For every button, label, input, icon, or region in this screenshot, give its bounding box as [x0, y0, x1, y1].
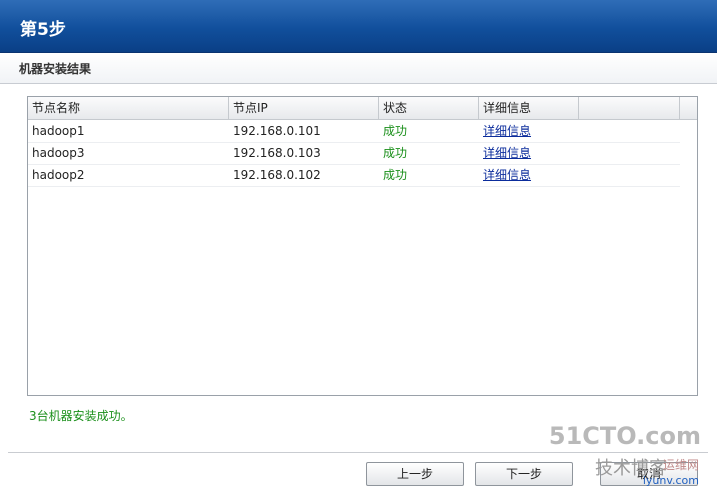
step-title: 第5步	[20, 20, 66, 40]
results-table: 节点名称 节点IP 状态 详细信息 hadoop1 192.168.0.101 …	[27, 96, 698, 396]
status-cell: 成功	[383, 168, 408, 182]
watermark-text: 51CTO.com	[548, 422, 701, 450]
node-ip-cell: 192.168.0.101	[233, 124, 321, 138]
watermark-text: 运维网	[662, 458, 699, 472]
prev-button[interactable]: 上一步	[366, 462, 464, 486]
status-cell: 成功	[383, 146, 408, 160]
section-title: 机器安装结果	[19, 62, 92, 76]
node-name-cell: hadoop2	[32, 168, 85, 182]
next-button[interactable]: 下一步	[475, 462, 573, 486]
table-header: 节点名称 节点IP 状态 详细信息	[28, 97, 697, 120]
detail-link[interactable]: 详细信息	[479, 164, 531, 186]
scrollbar-corner	[680, 97, 697, 119]
node-ip-cell: 192.168.0.102	[233, 168, 321, 182]
node-name-cell: hadoop3	[32, 146, 85, 160]
column-header-node-name[interactable]: 节点名称	[28, 97, 229, 119]
site-watermark: 51CTO.com 技术博客 运维网 iyunv.com	[549, 422, 711, 492]
install-summary: 3台机器安装成功。	[29, 409, 133, 423]
table-row[interactable]: hadoop2 192.168.0.102 成功 详细信息	[28, 164, 680, 187]
table-row[interactable]: hadoop1 192.168.0.101 成功 详细信息	[28, 120, 680, 143]
node-name-cell: hadoop1	[32, 124, 85, 138]
column-header-node-ip[interactable]: 节点IP	[229, 97, 379, 119]
detail-link[interactable]: 详细信息	[479, 120, 531, 142]
detail-link[interactable]: 详细信息	[479, 142, 531, 164]
page-header: 第5步	[0, 0, 717, 53]
node-ip-cell: 192.168.0.103	[233, 146, 321, 160]
watermark-text: iyunv.com	[642, 474, 699, 487]
section-header: 机器安装结果	[0, 53, 717, 84]
table-row[interactable]: hadoop3 192.168.0.103 成功 详细信息	[28, 142, 680, 165]
status-cell: 成功	[383, 124, 408, 138]
column-header-status[interactable]: 状态	[379, 97, 479, 119]
column-header-detail[interactable]: 详细信息	[479, 97, 579, 119]
column-header-empty	[579, 97, 680, 119]
